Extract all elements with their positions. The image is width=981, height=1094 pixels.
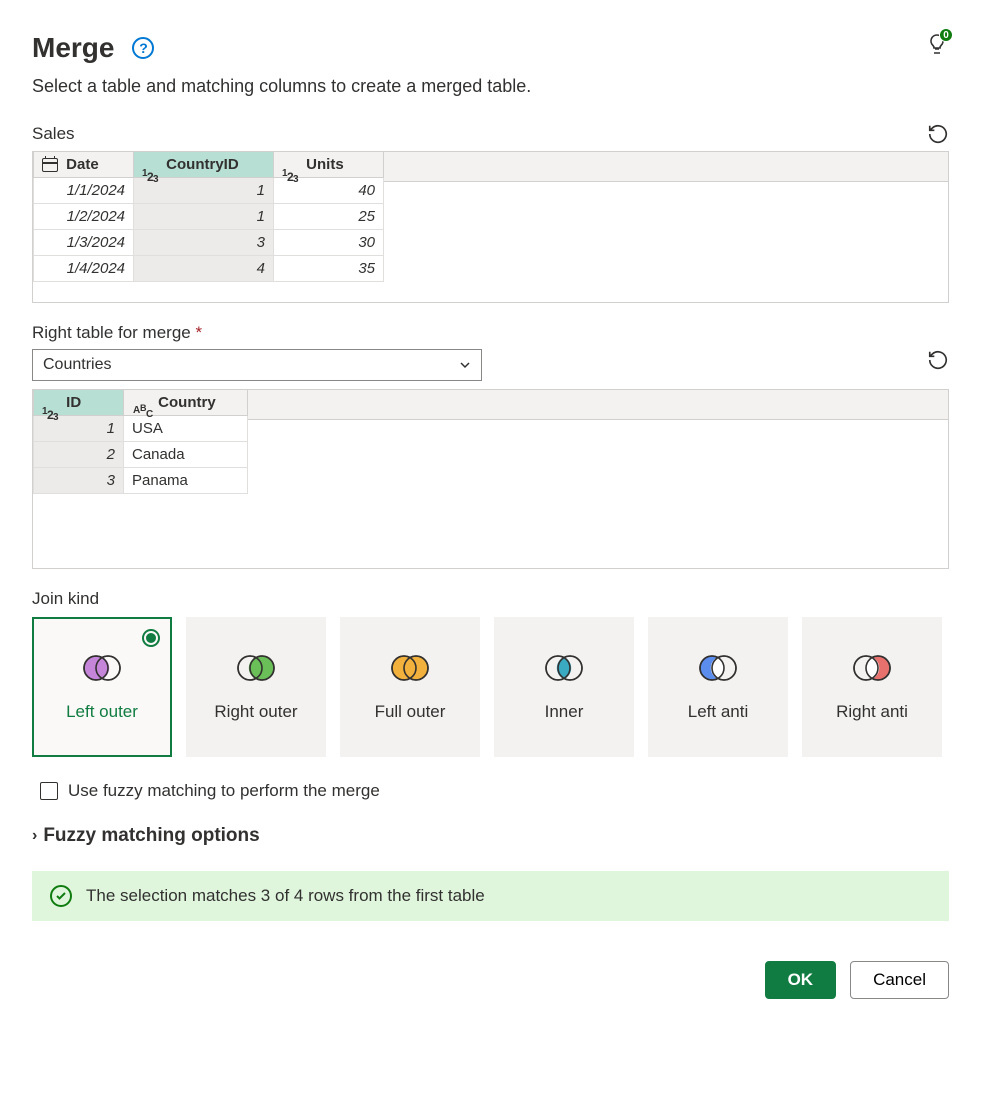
join-kind-inner[interactable]: Inner <box>494 617 634 757</box>
cancel-button[interactable]: Cancel <box>850 961 949 999</box>
join-kind-label: Right anti <box>836 702 908 722</box>
venn-full-outer-icon <box>388 653 432 688</box>
right-table-grid[interactable]: 2 IDABC Country1USA2Canada3Panama <box>32 389 949 569</box>
radio-selected-icon <box>142 629 160 647</box>
refresh-right-table-icon[interactable] <box>927 349 949 371</box>
join-kind-right-outer[interactable]: Right outer <box>186 617 326 757</box>
table-row[interactable]: 1USA <box>34 416 248 442</box>
join-kind-right-anti[interactable]: Right anti <box>802 617 942 757</box>
join-kind-left-anti[interactable]: Left anti <box>648 617 788 757</box>
match-status-bar: The selection matches 3 of 4 rows from t… <box>32 871 949 921</box>
left-col-Units[interactable]: 2 Units <box>274 152 384 178</box>
left-col-Date[interactable]: Date <box>34 152 134 178</box>
fuzzy-matching-label: Use fuzzy matching to perform the merge <box>68 781 380 801</box>
table-row[interactable]: 2Canada <box>34 442 248 468</box>
join-kind-label: Full outer <box>375 702 446 722</box>
chevron-down-icon <box>459 359 471 371</box>
ok-button[interactable]: OK <box>765 961 837 999</box>
venn-right-anti-icon <box>850 653 894 688</box>
subtitle: Select a table and matching columns to c… <box>32 76 949 97</box>
checkmark-circle-icon <box>50 885 72 907</box>
fuzzy-options-label: Fuzzy matching options <box>43 825 259 847</box>
table-row[interactable]: 1/1/2024140 <box>34 178 384 204</box>
venn-left-outer-icon <box>80 653 124 688</box>
join-kind-label: Left outer <box>66 702 138 722</box>
fuzzy-options-expander[interactable]: › Fuzzy matching options <box>32 825 949 847</box>
table-row[interactable]: 3Panama <box>34 468 248 494</box>
left-col-CountryID[interactable]: 2 CountryID <box>134 152 274 178</box>
join-kind-label: Inner <box>545 702 584 722</box>
venn-inner-icon <box>542 653 586 688</box>
right-col-ID[interactable]: 2 ID <box>34 390 124 416</box>
refresh-left-table-icon[interactable] <box>927 123 949 145</box>
venn-left-anti-icon <box>696 653 740 688</box>
join-kind-options: Left outer Right outer Full outer Inner … <box>32 617 949 757</box>
table-row[interactable]: 1/3/2024330 <box>34 230 384 256</box>
match-status-text: The selection matches 3 of 4 rows from t… <box>86 886 485 906</box>
join-kind-left-outer[interactable]: Left outer <box>32 617 172 757</box>
venn-right-outer-icon <box>234 653 278 688</box>
chevron-right-icon: › <box>32 827 37 845</box>
table-row[interactable]: 1/4/2024435 <box>34 256 384 282</box>
join-kind-label: Left anti <box>688 702 749 722</box>
right-table-dropdown[interactable]: Countries <box>32 349 482 381</box>
left-table-name: Sales <box>32 124 75 144</box>
fuzzy-matching-checkbox[interactable] <box>40 782 58 800</box>
right-table-dropdown-value: Countries <box>43 356 111 374</box>
left-table-grid[interactable]: Date2 CountryID2 Units1/1/20241401/2/202… <box>32 151 949 303</box>
join-kind-full-outer[interactable]: Full outer <box>340 617 480 757</box>
join-kind-label: Right outer <box>214 702 297 722</box>
join-kind-label: Join kind <box>32 589 949 609</box>
required-asterisk: * <box>195 323 202 342</box>
help-icon[interactable]: ? <box>132 37 154 59</box>
tips-lightbulb-icon[interactable]: 0 <box>925 32 949 56</box>
table-row[interactable]: 1/2/2024125 <box>34 204 384 230</box>
right-col-Country[interactable]: ABC Country <box>124 390 248 416</box>
tips-badge: 0 <box>939 28 953 42</box>
right-table-label: Right table for merge <box>32 323 191 342</box>
page-title: Merge <box>32 32 114 64</box>
